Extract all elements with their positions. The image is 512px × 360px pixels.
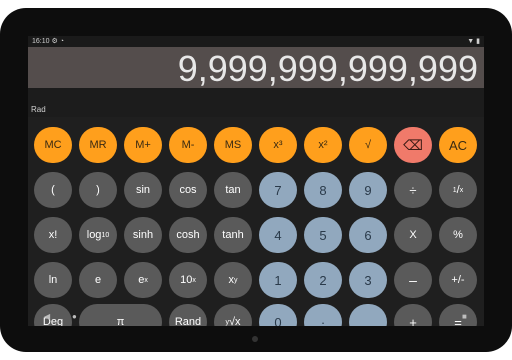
backspace-icon: ⌫ [403,136,423,153]
ten-power-button[interactable]: 10 x [169,262,207,298]
recents-nav-button[interactable]: ■ [462,312,467,321]
euler-button[interactable]: e [79,262,117,298]
square-button[interactable]: x² [304,127,342,163]
open-paren-button[interactable]: ( [34,172,72,208]
status-right-icons: ▼ ▮ [467,38,480,45]
log10-button[interactable]: log 10 [79,217,117,253]
random-button[interactable]: Rand [169,304,207,326]
tablet-frame: 16:10 ⚙ ◔ ▼ ▮ 9,999,999,999,999 Rad MC M… [0,8,512,352]
multiply-button[interactable]: X [394,217,432,253]
display-value-area: 9,999,999,999,999 [28,47,484,89]
tan-button[interactable]: tan [214,172,252,208]
minus-button[interactable]: – [394,262,432,298]
digit-6-button[interactable]: 6 [349,217,387,253]
digit-0-button[interactable]: 0 [259,304,297,326]
log10-label: log [86,229,102,241]
reciprocal-button[interactable]: 1/x [439,172,477,208]
divide-button[interactable]: ÷ [394,172,432,208]
digit-2-button[interactable]: 2 [304,262,342,298]
exp-button[interactable]: ex [124,262,162,298]
power-button[interactable]: xy [214,262,252,298]
sin-button[interactable]: sin [124,172,162,208]
status-bar: 16:10 ⚙ ◔ ▼ ▮ [28,36,484,47]
cosh-button[interactable]: cosh [169,217,207,253]
equals-button[interactable]: = [439,304,477,326]
angle-mode-indicator: Rad [31,105,46,114]
plus-minus-button[interactable]: +/- [439,262,477,298]
sinh-button[interactable]: sinh [124,217,162,253]
back-icon: ◀ [44,312,51,321]
log10-subscript: 10 [101,231,110,239]
blank-key[interactable] [349,304,387,326]
tanh-button[interactable]: tanh [214,217,252,253]
cos-button[interactable]: cos [169,172,207,208]
reciprocal-denominator: x [459,186,464,194]
digit-5-button[interactable]: 5 [304,217,342,253]
yth-root-button[interactable]: y √x [214,304,252,326]
home-icon: ● [72,312,77,321]
ten-power-superscript: x [192,276,196,284]
back-nav-button[interactable]: ◀ [44,312,50,321]
display-panel: 9,999,999,999,999 Rad [28,47,484,117]
plus-button[interactable]: + [394,304,432,326]
display-value: 9,999,999,999,999 [177,48,478,89]
cube-button[interactable]: x³ [259,127,297,163]
digit-3-button[interactable]: 3 [349,262,387,298]
digit-4-button[interactable]: 4 [259,217,297,253]
percent-button[interactable]: % [439,217,477,253]
recents-icon: ■ [462,312,467,321]
exp-superscript: x [144,276,148,284]
digit-8-button[interactable]: 8 [304,172,342,208]
pi-button[interactable]: π [79,304,162,326]
home-sensor [252,336,258,342]
memory-clear-button[interactable]: MC [34,127,72,163]
ln-button[interactable]: ln [34,262,72,298]
memory-add-button[interactable]: M+ [124,127,162,163]
sqrt-button[interactable]: √ [349,127,387,163]
decimal-point-button[interactable]: · [304,304,342,326]
reciprocal-numerator: 1 [452,186,457,194]
all-clear-button[interactable]: AC [439,127,477,163]
screen: 16:10 ⚙ ◔ ▼ ▮ 9,999,999,999,999 Rad MC M… [28,36,484,326]
close-paren-button[interactable]: ) [79,172,117,208]
memory-recall-button[interactable]: MR [79,127,117,163]
keypad: MC MR M+ M- MS x³ x² √ ⌫ AC ( ) sin cos … [28,117,484,326]
memory-subtract-button[interactable]: M- [169,127,207,163]
digit-1-button[interactable]: 1 [259,262,297,298]
backspace-button[interactable]: ⌫ [394,127,432,163]
yth-root-label: √x [228,316,241,326]
status-left-icons: ⚙ ◔ [51,38,64,45]
status-time: 16:10 [32,38,50,45]
factorial-button[interactable]: x! [34,217,72,253]
digit-9-button[interactable]: 9 [349,172,387,208]
deg-rad-toggle-button[interactable]: Deg [34,304,72,326]
memory-store-button[interactable]: MS [214,127,252,163]
ten-power-base: 10 [180,274,193,286]
power-superscript: y [234,276,238,284]
digit-7-button[interactable]: 7 [259,172,297,208]
home-nav-button[interactable]: ● [72,312,77,321]
